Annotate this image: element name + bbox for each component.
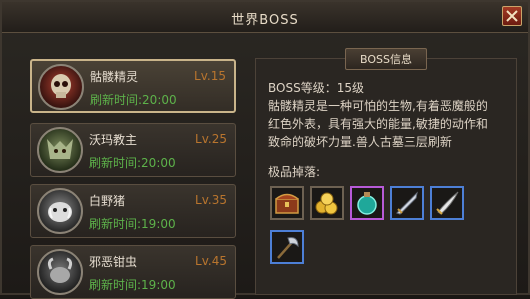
white-boar-icon [48,202,72,222]
boss-name: 邪恶钳虫 [89,255,138,269]
boss-avatar [37,249,83,295]
boss-avatar [37,188,83,234]
boss-level-text: BOSS等级：15级 [268,81,364,95]
boss-description: 骷髅精灵是一种可怕的生物,有着恶魔般的 红色外表，具有强大的能量,敏捷的动作和 … [268,97,508,151]
boss-list-item[interactable]: 白野猪 Lv.35 刷新时间:19:00 [30,184,236,238]
description-line: 致命的破坏力量.兽人古墓三层刷新 [268,135,452,149]
potion-orb-icon [357,192,377,215]
skull-icon [51,74,71,98]
boss-refresh-time: 刷新时间:19:00 [89,278,176,292]
boss-avatar [37,127,83,173]
drop-slot[interactable] [350,186,384,220]
boss-refresh-time: 刷新时间:20:00 [90,93,177,107]
boss-name: 沃玛教主 [89,133,138,147]
boss-refresh-time: 刷新时间:20:00 [89,156,176,170]
description-line: 骷髅精灵是一种可怕的生物,有着恶魔般的 [268,99,488,113]
pincer-bug-icon [47,257,73,283]
drop-slot[interactable] [390,186,424,220]
drop-slot[interactable] [270,186,304,220]
boss-avatar [38,64,84,110]
boss-refresh-time: 刷新时间:19:00 [89,217,176,231]
boss-level: Lv.15 [194,69,226,83]
window-title: 世界BOSS [231,13,299,28]
axe-icon [277,237,299,259]
sabre-icon [436,191,459,215]
description-line: 红色外表，具有强大的能量,敏捷的动作和 [268,117,488,131]
boss-list-item[interactable]: 沃玛教主 Lv.25 刷新时间:20:00 [30,123,236,177]
drop-slot[interactable] [310,186,344,220]
close-icon [506,10,518,22]
drop-slot[interactable] [270,230,304,264]
treasure-chest-icon [275,193,299,214]
sword-icon [396,191,418,215]
drops-label: 极品掉落: [268,165,321,179]
boss-info-header: BOSS信息 [255,48,517,70]
demon-lord-icon [47,139,73,159]
close-button[interactable] [502,6,522,26]
drop-slot[interactable] [430,186,464,220]
boss-level: Lv.25 [195,132,227,146]
gold-coins-icon [315,192,338,215]
boss-name: 骷髅精灵 [90,70,139,84]
boss-level: Lv.35 [195,193,227,207]
boss-list-item[interactable]: 骷髅精灵 Lv.15 刷新时间:20:00 [30,59,236,113]
boss-list-item[interactable]: 邪恶钳虫 Lv.45 刷新时间:19:00 [30,245,236,299]
boss-name: 白野猪 [89,194,126,208]
title-bar: 世界BOSS [2,2,528,33]
boss-level: Lv.45 [195,254,227,268]
boss-info-title: BOSS信息 [345,48,427,70]
